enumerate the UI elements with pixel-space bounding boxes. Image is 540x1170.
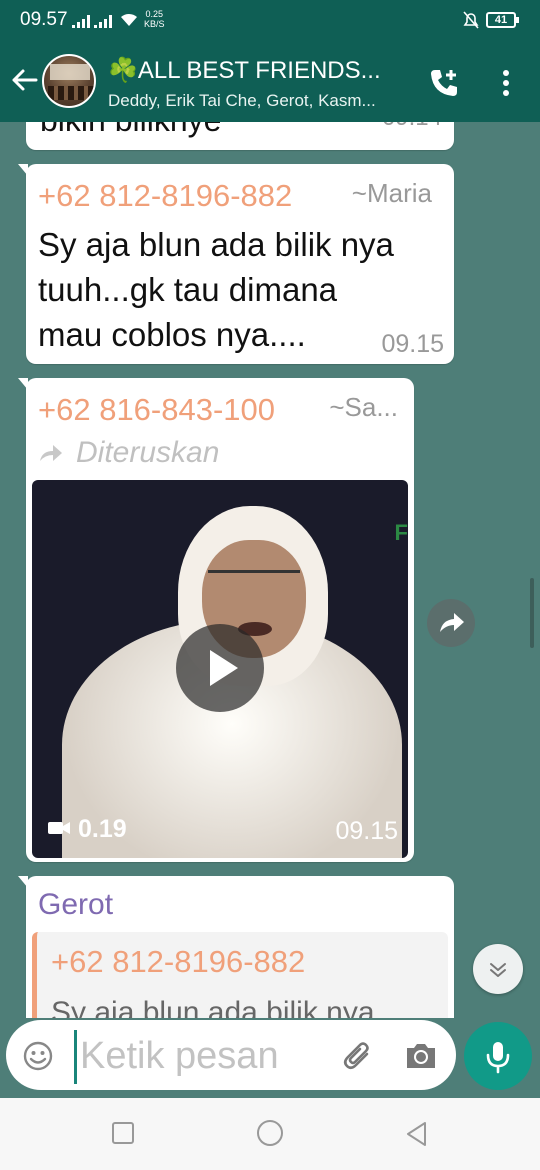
video-thumbnail[interactable]: F 0.19 09.15 — [32, 480, 408, 858]
message-time: 09.14 — [382, 122, 442, 132]
group-members[interactable]: Deddy, Erik Tai Che, Gerot, Kasm... — [108, 91, 376, 111]
microphone-icon — [486, 1042, 510, 1074]
reply-message-bubble[interactable]: Gerot +62 812-8196-882 Sy aja blun ada b… — [18, 876, 454, 1018]
network-speed: 0.25 KB/S — [144, 9, 165, 29]
signal-icon — [72, 12, 112, 28]
add-call-icon[interactable] — [427, 66, 461, 100]
camera-icon[interactable] — [404, 1040, 438, 1072]
message-line: tuuh...gk tau dimana — [38, 271, 338, 308]
quoted-sender-phone: +62 812-8196-882 — [51, 944, 306, 979]
quoted-message[interactable]: +62 812-8196-882 Sy aja blun ada bilik n… — [32, 932, 448, 1018]
forwarded-label: Diteruskan — [38, 436, 219, 470]
message-line: mau coblos nya.... — [38, 316, 306, 353]
emoji-icon[interactable] — [22, 1040, 54, 1072]
message-input[interactable] — [80, 1030, 330, 1082]
back-triangle-icon[interactable] — [404, 1120, 428, 1148]
message-time: 09.15 — [335, 817, 398, 845]
chat-header: ☘️ALL BEST FRIENDS... Deddy, Erik Tai Ch… — [0, 40, 540, 122]
back-arrow-icon[interactable] — [8, 62, 40, 98]
video-watermark: F — [394, 520, 408, 545]
video-camera-icon — [48, 822, 70, 834]
message-text: bikin biliknye — [40, 122, 221, 139]
network-speed-unit: KB/S — [144, 19, 165, 29]
video-frame-glasses — [208, 570, 300, 586]
status-bar: 09.57 0.25 KB/S 41 — [0, 0, 540, 40]
system-nav-bar — [0, 1098, 540, 1170]
bell-muted-icon — [463, 11, 479, 29]
double-chevron-down-icon — [490, 963, 506, 977]
message-text: Sy aja blun ada bilik nya tuuh...gk tau … — [38, 222, 394, 357]
video-message-bubble[interactable]: +62 816-843-100 ~Sa... Diteruskan F 0.19… — [18, 378, 414, 862]
share-arrow-icon — [440, 613, 464, 632]
message-line: Sy aja blun ada bilik nya — [38, 226, 394, 263]
sender-alias: ~Maria — [351, 178, 432, 208]
chat-area[interactable]: bikin biliknye 09.14 +62 812-8196-882 ~M… — [0, 122, 540, 1018]
forward-arrow-icon — [40, 445, 62, 461]
scroll-to-bottom-button[interactable] — [473, 944, 523, 994]
message-composer — [6, 1020, 456, 1090]
more-options-icon[interactable] — [496, 68, 516, 98]
sender-phone[interactable]: +62 816-843-100 — [38, 392, 275, 428]
paperclip-icon[interactable] — [340, 1038, 376, 1074]
forwarded-text: Diteruskan — [76, 436, 220, 469]
group-title-text: ALL BEST FRIENDS... — [137, 57, 381, 84]
sender-name[interactable]: Gerot — [38, 888, 113, 922]
scrollbar-thumb[interactable] — [530, 578, 534, 648]
network-speed-value: 0.25 — [145, 9, 164, 19]
sender-phone[interactable]: +62 812-8196-882 — [38, 178, 292, 214]
message-time: 09.15 — [381, 330, 444, 358]
play-icon[interactable] — [176, 624, 264, 712]
group-avatar[interactable] — [42, 54, 96, 108]
video-duration: 0.19 — [78, 815, 127, 843]
message-bubble[interactable]: +62 812-8196-882 ~Maria Sy aja blun ada … — [18, 164, 454, 364]
sender-alias: ~Sa... — [329, 392, 398, 422]
wifi-icon — [121, 13, 137, 26]
shamrock-icon: ☘️ — [108, 57, 138, 84]
group-title[interactable]: ☘️ALL BEST FRIENDS... — [108, 56, 381, 85]
text-caret — [74, 1030, 77, 1084]
forward-button[interactable] — [427, 599, 475, 647]
voice-record-button[interactable] — [464, 1022, 532, 1090]
battery-icon: 41 — [486, 12, 519, 28]
recent-apps-icon[interactable] — [112, 1122, 134, 1144]
status-time: 09.57 — [20, 9, 68, 30]
quoted-text: Sy aja blun ada bilik nya — [51, 996, 375, 1018]
home-icon[interactable] — [257, 1120, 283, 1146]
message-bubble[interactable]: bikin biliknye 09.14 — [26, 122, 454, 150]
